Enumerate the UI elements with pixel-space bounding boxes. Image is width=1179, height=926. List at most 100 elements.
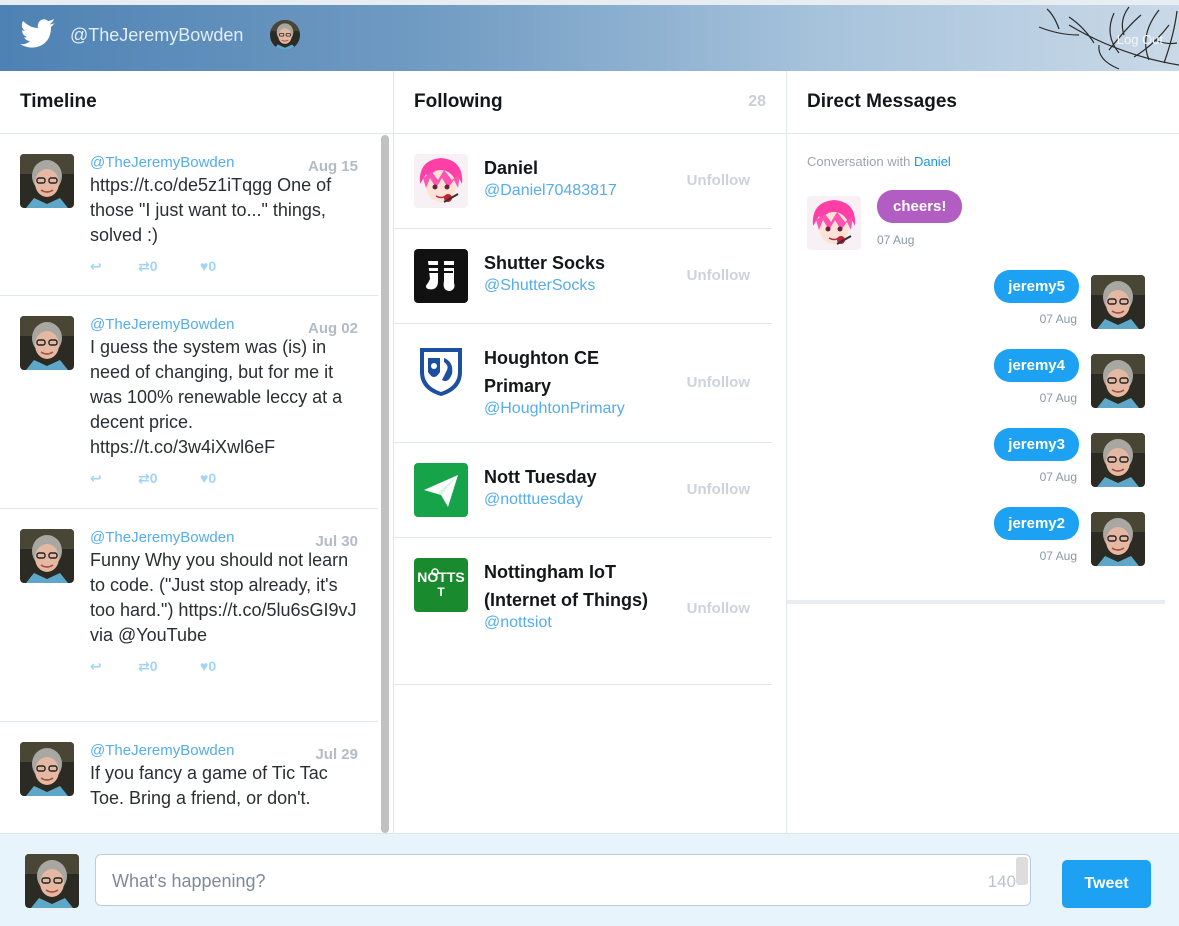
retweet-button[interactable]: ⇄0 (138, 470, 158, 487)
retweet-count: 0 (149, 658, 158, 674)
dm-time: 07 Aug (1039, 470, 1077, 484)
timeline-header: Timeline (0, 71, 393, 134)
retweet-button[interactable]: ⇄0 (138, 658, 158, 675)
dm-self-avatar[interactable] (1091, 354, 1145, 408)
like-count: 0 (208, 258, 217, 274)
dm-self-avatar[interactable] (1091, 433, 1145, 487)
dm-bubble-incoming: cheers! (877, 190, 963, 223)
following-name[interactable]: Daniel (484, 154, 654, 182)
timeline-tweet[interactable]: @TheJeremyBowden Aug 02 I guess the syst… (0, 296, 378, 509)
following-header: Following 28 (394, 71, 786, 134)
following-item[interactable]: Houghton CE Primary @HoughtonPrimary Unf… (394, 324, 772, 443)
unfollow-button[interactable]: Unfollow (687, 267, 750, 284)
tweet-actions: ↩ ⇄0 ♥0 (90, 248, 358, 288)
unfollow-button[interactable]: Unfollow (687, 172, 750, 189)
like-count: 0 (208, 470, 217, 486)
twitter-bird-icon[interactable] (20, 19, 56, 49)
unfollow-button[interactable]: Unfollow (687, 481, 750, 498)
tweet-date: Jul 30 (315, 533, 358, 550)
direct-messages-column: Direct Messages Conversation with Daniel… (787, 71, 1179, 833)
following-item[interactable]: Shutter Socks @ShutterSocks Unfollow (394, 229, 772, 324)
app-header: @TheJeremyBowden Log Out (0, 0, 1179, 71)
dm-time: 07 Aug (1039, 312, 1077, 326)
following-avatar[interactable] (414, 558, 468, 612)
dm-partner-avatar[interactable] (807, 196, 861, 250)
following-list[interactable]: Daniel @Daniel70483817 Unfollow Shutter … (394, 134, 772, 685)
following-name[interactable]: Nottingham IoT (Internet of Things) (484, 558, 654, 614)
timeline-tweet[interactable]: @TheJeremyBowden Aug 15 https://t.co/de5… (0, 134, 378, 296)
reply-icon[interactable]: ↩ (90, 258, 102, 275)
tweet-text: Funny Why you should not learn to code. … (90, 550, 357, 645)
conversation-label: Conversation with Daniel (807, 154, 951, 169)
tweet-date: Aug 15 (307, 158, 358, 175)
dm-bubble-outgoing: jeremy4 (994, 349, 1079, 382)
reply-icon[interactable]: ↩ (90, 470, 102, 487)
dm-header: Direct Messages (787, 71, 1179, 134)
following-item[interactable]: Daniel @Daniel70483817 Unfollow (394, 134, 772, 229)
like-button[interactable]: ♥0 (200, 258, 216, 274)
dm-time: 07 Aug (1039, 391, 1077, 405)
tweet-avatar[interactable] (20, 742, 74, 796)
following-count: 28 (748, 93, 766, 110)
following-avatar[interactable] (414, 344, 468, 398)
timeline-column: Timeline @TheJeremyBowden Aug 15 https:/… (0, 71, 394, 833)
retweet-button[interactable]: ⇄0 (138, 258, 158, 275)
tweet-date: Jul 29 (315, 746, 358, 763)
tweet-actions: ↩ ⇄0 ♥0 (90, 460, 358, 500)
tweet-text: I guess the system was (is) in need of c… (90, 337, 343, 457)
dm-time: 07 Aug (877, 233, 915, 247)
like-count: 0 (208, 658, 217, 674)
like-button[interactable]: ♥0 (200, 470, 216, 486)
reply-icon[interactable]: ↩ (90, 658, 102, 675)
like-button[interactable]: ♥0 (200, 658, 216, 674)
unfollow-button[interactable]: Unfollow (687, 374, 750, 391)
conversation-prefix: Conversation with (807, 154, 911, 169)
tweet-actions: ↩ ⇄0 ♥0 (90, 648, 358, 688)
unfollow-button[interactable]: Unfollow (687, 600, 750, 617)
dm-self-avatar[interactable] (1091, 275, 1145, 329)
following-item[interactable]: Nottingham IoT (Internet of Things) @not… (394, 538, 772, 685)
dm-title: Direct Messages (807, 91, 957, 112)
compose-scrollbar[interactable] (1016, 857, 1028, 885)
compose-placeholder: What's happening? (112, 871, 266, 891)
tweet-avatar[interactable] (20, 529, 74, 583)
following-title: Following (414, 91, 503, 112)
following-name[interactable]: Nott Tuesday (484, 463, 654, 491)
timeline-title: Timeline (20, 91, 97, 112)
following-column: Following 28 Daniel @Daniel70483817 Unfo… (394, 71, 787, 833)
timeline-scrollbar[interactable] (381, 135, 389, 833)
tweet-avatar[interactable] (20, 316, 74, 370)
following-item[interactable]: Nott Tuesday @notttuesday Unfollow (394, 443, 772, 538)
following-handle[interactable]: @HoughtonPrimary (484, 400, 772, 418)
char-counter: 140 (987, 872, 1016, 891)
following-avatar[interactable] (414, 249, 468, 303)
following-avatar[interactable] (414, 463, 468, 517)
tweet-avatar[interactable] (20, 154, 74, 208)
tweet-composer: What's happening? 140 Tweet (0, 833, 1179, 926)
dm-self-avatar[interactable] (1091, 512, 1145, 566)
tweet-text: If you fancy a game of Tic Tac Toe. Brin… (90, 763, 328, 808)
timeline-list[interactable]: @TheJeremyBowden Aug 15 https://t.co/de5… (0, 134, 378, 833)
timeline-scrollbar-thumb[interactable] (381, 135, 389, 833)
timeline-tweet[interactable]: @TheJeremyBowden Jul 29 If you fancy a g… (0, 722, 378, 833)
following-name[interactable]: Houghton CE Primary (484, 344, 654, 400)
tweet-text: https://t.co/de5z1iTqgg One of those "I … (90, 175, 332, 245)
retweet-count: 0 (149, 258, 158, 274)
dm-time: 07 Aug (1039, 549, 1077, 563)
dm-bubble-outgoing: jeremy2 (994, 507, 1079, 540)
composer-avatar[interactable] (25, 854, 79, 908)
tweet-button[interactable]: Tweet (1062, 860, 1151, 908)
logout-link[interactable]: Log Out (1117, 32, 1163, 47)
dm-bubble-outgoing: jeremy3 (994, 428, 1079, 461)
retweet-count: 0 (149, 470, 158, 486)
following-name[interactable]: Shutter Socks (484, 249, 654, 277)
tweet-date: Aug 02 (307, 320, 358, 337)
timeline-tweet[interactable]: @TheJeremyBowden Jul 30 Funny Why you sh… (0, 509, 378, 722)
dm-bubble-outgoing: jeremy5 (994, 270, 1079, 303)
conversation-partner[interactable]: Daniel (914, 154, 951, 169)
dm-conversation[interactable]: Conversation with Daniel cheers! 07 Aug … (787, 134, 1165, 604)
compose-textarea[interactable]: What's happening? 140 (95, 854, 1031, 906)
header-handle[interactable]: @TheJeremyBowden (70, 25, 243, 46)
header-avatar[interactable] (270, 20, 300, 50)
following-avatar[interactable] (414, 154, 468, 208)
